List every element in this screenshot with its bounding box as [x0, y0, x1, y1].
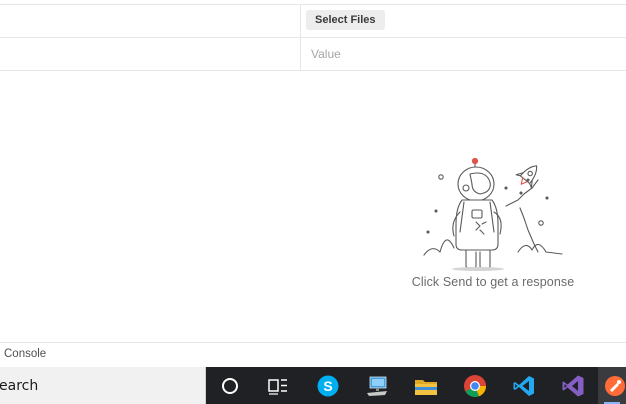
task-view-button[interactable]	[254, 367, 302, 404]
postman-icon	[605, 375, 625, 396]
key-cell[interactable]	[0, 5, 301, 37]
form-row-file: Select Files	[0, 4, 626, 38]
task-view-icon	[268, 378, 287, 395]
chrome-icon	[464, 374, 487, 397]
value-cell: Select Files	[302, 5, 626, 37]
visual-studio-icon	[562, 375, 584, 396]
console-label[interactable]: Console	[4, 348, 46, 360]
computer-icon	[367, 376, 387, 396]
postman-button[interactable]	[598, 367, 626, 404]
console-bar[interactable]: Console	[0, 342, 626, 367]
cortana-button[interactable]	[206, 367, 254, 404]
file-explorer-button[interactable]	[402, 367, 450, 404]
form-row-value	[0, 38, 626, 71]
vscode-icon	[513, 375, 534, 396]
cortana-icon	[222, 377, 238, 394]
taskbar-search-box[interactable]: earch	[0, 367, 206, 404]
visual-studio-button[interactable]	[549, 367, 597, 404]
skype-icon: S	[317, 375, 339, 396]
app-window: Select Files Value Click Send to get a r…	[0, 0, 626, 404]
taskbar-search-text: earch	[0, 378, 39, 394]
taskbar: earch S	[0, 367, 626, 404]
key-cell[interactable]	[0, 38, 301, 70]
svg-text:S: S	[323, 378, 332, 394]
computer-button[interactable]	[353, 367, 401, 404]
value-cell	[302, 38, 626, 70]
vscode-button[interactable]	[500, 367, 548, 404]
chrome-button[interactable]	[451, 367, 499, 404]
empty-response-message: Click Send to get a response	[411, 275, 575, 289]
select-files-button[interactable]: Select Files	[306, 10, 385, 30]
astronaut-illustration	[420, 152, 570, 272]
skype-button[interactable]: S	[304, 367, 352, 404]
file-explorer-icon	[415, 379, 437, 395]
value-input[interactable]	[311, 44, 611, 64]
